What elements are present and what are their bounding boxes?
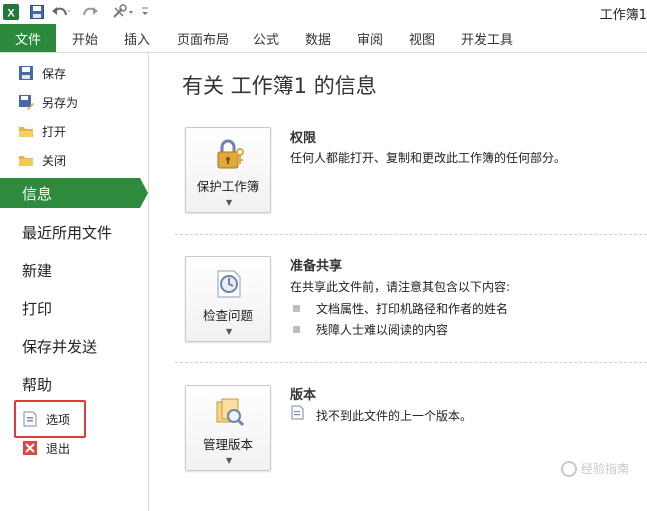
tab-data[interactable]: 数据 [305,24,331,52]
sidebar-item-label: 帮助 [22,375,53,394]
save-icon[interactable] [28,3,46,21]
active-indicator [140,178,148,208]
inspect-document-icon [214,267,244,299]
page-title: 有关 工作簿1 的信息 [182,74,377,98]
tools-icon[interactable] [110,3,136,21]
tab-home[interactable]: 开始 [72,24,98,52]
version-doc-icon [291,405,305,423]
protect-workbook-button[interactable]: 保护工作簿 ▼ [185,127,271,213]
open-folder-icon [18,123,34,139]
watermark: 经验指南 [560,460,629,477]
backstage-sidebar: 保存 另存为 打开 关闭 信息 最近所用文件 新建 打印 保存并发送 帮助 选项… [0,53,149,511]
bullet-icon [293,326,300,333]
sidebar-item-info[interactable]: 信息 [0,178,148,208]
save-icon [18,65,34,81]
versions-icon [214,396,245,428]
sidebar-item-label: 新建 [22,261,53,280]
section-text-prepare-sharing: 在共享此文件前，请注意其包含以下内容: [290,280,511,294]
redo-icon[interactable] [80,3,102,21]
svg-text:X: X [7,8,15,20]
section-title-prepare-sharing: 准备共享 [290,259,343,274]
tab-page-layout[interactable]: 页面布局 [177,24,229,52]
sidebar-item-recent[interactable]: 最近所用文件 [0,217,148,247]
tab-formulas[interactable]: 公式 [253,24,279,52]
watermark-text: 经验指南 [580,462,629,476]
sidebar-item-label: 打开 [42,124,67,139]
tab-file[interactable]: 文件 [0,24,56,52]
options-highlight-box [14,400,86,438]
chevron-down-icon: ▼ [226,198,233,207]
sidebar-item-new[interactable]: 新建 [0,255,148,285]
title-bar: X 工作簿1 [0,0,647,25]
undo-icon[interactable] [50,3,72,21]
tab-view[interactable]: 视图 [409,24,435,52]
sidebar-item-help[interactable]: 帮助 [0,369,148,399]
sidebar-item-label: 另存为 [42,95,79,110]
section-title-versions: 版本 [290,388,317,403]
tab-developer[interactable]: 开发工具 [461,24,513,52]
button-label: 检查问题 [202,308,253,323]
sidebar-item-save-send[interactable]: 保存并发送 [0,331,148,361]
sidebar-item-label: 最近所用文件 [22,223,113,242]
sidebar-item-label: 信息 [22,184,53,203]
button-label: 保护工作簿 [196,179,260,194]
divider [175,362,647,363]
list-item-text: 文档属性、打印机路径和作者的姓名 [316,302,509,316]
chevron-down-icon: ▼ [226,327,233,336]
tab-insert[interactable]: 插入 [124,24,150,52]
manage-versions-button[interactable]: 管理版本 ▼ [185,385,271,471]
section-title-permissions: 权限 [290,131,317,146]
sidebar-item-open[interactable]: 打开 [18,121,66,141]
customize-toolbar-icon[interactable] [138,3,152,21]
section-text-versions: 找不到此文件的上一个版本。 [316,409,473,423]
save-as-icon [18,94,34,110]
watermark-logo-icon [560,460,577,477]
sidebar-item-label: 保存并发送 [22,337,98,356]
chevron-down-icon: ▼ [226,456,233,465]
sidebar-item-label: 打印 [22,299,53,318]
divider [175,234,647,235]
check-issues-button[interactable]: 检查问题 ▼ [185,256,271,342]
sidebar-item-label: 退出 [46,441,71,456]
sidebar-item-print[interactable]: 打印 [0,293,148,323]
button-label: 管理版本 [202,437,253,452]
sidebar-item-save-as[interactable]: 另存为 [18,92,78,112]
sidebar-item-label: 关闭 [42,153,67,168]
sidebar-item-save[interactable]: 保存 [18,63,66,83]
tab-review[interactable]: 审阅 [357,24,383,52]
list-item-text: 残障人士难以阅读的内容 [316,323,449,337]
sidebar-item-label: 保存 [42,66,67,81]
list-item: 残障人士难以阅读的内容 [293,321,448,338]
window-title: 工作簿1 [599,8,647,23]
bullet-icon [293,305,300,312]
list-item: 文档属性、打印机路径和作者的姓名 [293,300,508,317]
sidebar-item-exit[interactable]: 退出 [22,438,70,458]
sidebar-item-close[interactable]: 关闭 [18,150,66,170]
excel-logo-icon[interactable]: X [2,3,20,21]
ribbon-tab-bar: 文件 开始 插入 页面布局 公式 数据 审阅 视图 开发工具 [0,24,647,53]
section-text-permissions: 任何人都能打开、复制和更改此工作簿的任何部分。 [290,151,567,165]
exit-icon [22,440,38,456]
lock-key-icon [214,138,244,170]
close-folder-icon [18,152,34,168]
